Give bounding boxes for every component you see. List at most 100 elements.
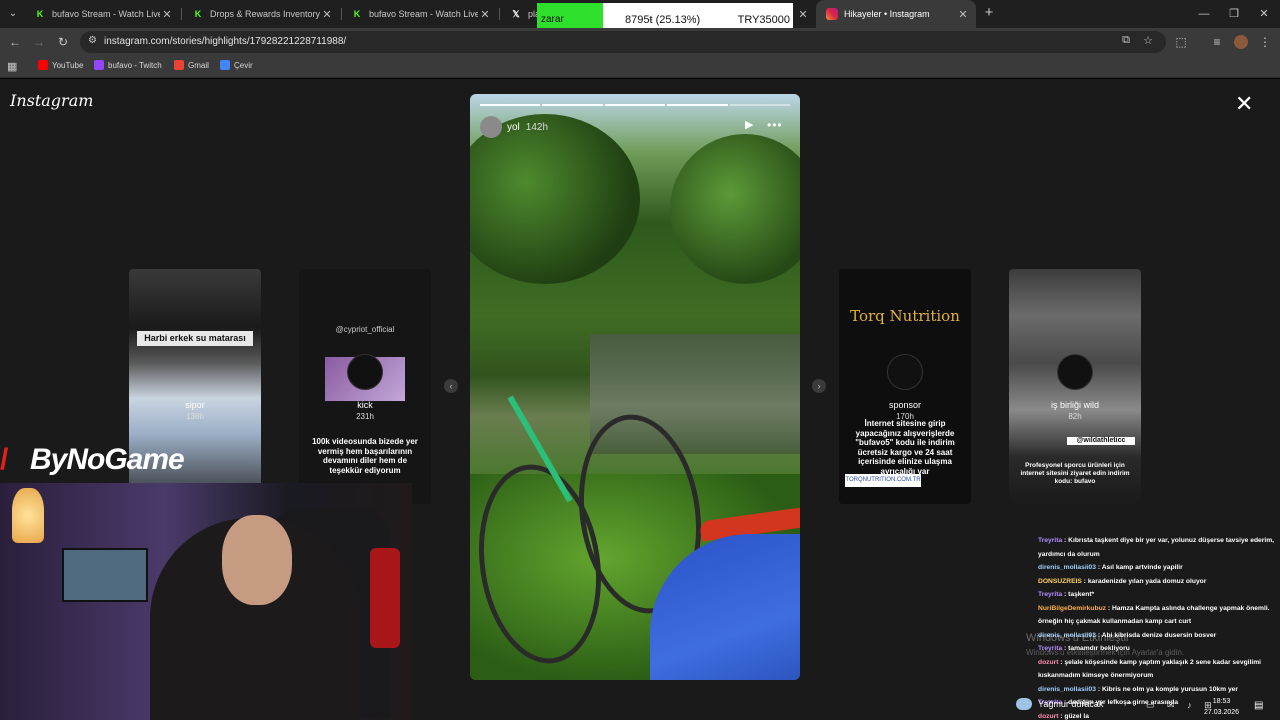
- extensions-icon[interactable]: ⬚: [1172, 33, 1190, 51]
- address-bar[interactable]: ⚙ instagram.com/stories/highlights/17928…: [80, 31, 1166, 53]
- tab-title: bufavo Stream - Watch Live on: [52, 9, 160, 19]
- thumbnail-avatar: [347, 354, 383, 390]
- webcam-lamp: [12, 488, 44, 543]
- forward-icon[interactable]: →: [30, 33, 48, 51]
- clock-date: 27.03.2026: [1204, 709, 1240, 716]
- restore-button[interactable]: ❐: [1219, 4, 1249, 24]
- close-story-icon[interactable]: ✕: [1235, 93, 1253, 115]
- bynogame-mark-icon: /: [0, 443, 9, 476]
- overlay-currency: TRY35000: [737, 13, 790, 26]
- stream-chat: Treyrita : Kıbrısta taşkent diye bir yer…: [1038, 534, 1280, 720]
- close-icon[interactable]: ✕: [320, 8, 334, 21]
- previous-story-icon[interactable]: ‹: [444, 379, 458, 393]
- next-story-icon[interactable]: ›: [812, 379, 826, 393]
- progress-segment: [604, 104, 666, 106]
- story-username[interactable]: yol: [507, 122, 520, 133]
- bookmark-twitch[interactable]: bufavo - Twitch: [94, 60, 162, 70]
- close-icon[interactable]: ✕: [478, 8, 492, 21]
- taskbar-weather[interactable]: Yağmur duracak: [1016, 698, 1103, 710]
- instagram-logo[interactable]: Instagram: [10, 91, 93, 110]
- story-progress-bar: [480, 104, 791, 106]
- close-icon[interactable]: ✕: [796, 8, 810, 21]
- media-control-icon[interactable]: ≡: [1208, 33, 1226, 51]
- thumbnail-name: sipor: [185, 400, 205, 410]
- story-time: 142h: [525, 121, 549, 133]
- tab-title: Drops & Rewards Inventory - K: [210, 9, 320, 19]
- translate-icon: [220, 60, 230, 70]
- tab-5-active[interactable]: Hikayeler • Instagram ✕: [816, 0, 976, 28]
- story-header: yol 142h: [480, 116, 548, 138]
- progress-segment: [542, 104, 603, 106]
- close-window-button[interactable]: ✕: [1249, 4, 1279, 24]
- weather-rain-icon: [1016, 698, 1032, 710]
- chat-message: direnis_mollasii03 : Asıl kamp artvinde …: [1038, 564, 1183, 571]
- chat-message: DONSUZREIS : karadenizde yılan yada domu…: [1038, 577, 1207, 585]
- story-avatar[interactable]: [480, 116, 502, 138]
- torq-link-sticker: TORQNUTRITION.COM.TR: [845, 474, 921, 487]
- kick-icon: K: [36, 9, 44, 19]
- tab-title: bufavo Stream - Watch Live on: [369, 9, 478, 19]
- kick-icon: K: [353, 9, 361, 19]
- weather-text: Yağmur duracak: [1038, 699, 1104, 709]
- bookmark-translate[interactable]: Çevir: [220, 60, 253, 70]
- active-story[interactable]: yol 142h ▶ •••: [470, 94, 800, 680]
- overlay-change: 8795ŧ (25.13%): [625, 13, 701, 26]
- notification-icon[interactable]: ▤: [1254, 700, 1263, 711]
- chat-message: direnis_mollasii03 : Kibris ne olm ya ko…: [1038, 685, 1238, 693]
- bookmark-label: Çevir: [234, 60, 253, 70]
- webcam-head: [222, 515, 292, 605]
- twitch-icon: [94, 60, 104, 70]
- webcam-tv: [62, 548, 148, 602]
- close-icon[interactable]: ✕: [160, 8, 174, 21]
- bookmarks-bar: ▦ YouTube bufavo - Twitch Gmail Çevir: [0, 56, 1280, 78]
- back-icon[interactable]: ←: [6, 33, 24, 51]
- thumbnail-handle: @cypriot_official: [335, 325, 395, 334]
- taskbar-clock[interactable]: 18:53 27.03.2026: [1204, 696, 1239, 718]
- instagram-icon: [826, 8, 838, 20]
- webcam-red-object: [370, 548, 400, 648]
- progress-segment: [729, 104, 791, 106]
- bookmark-label: YouTube: [52, 60, 84, 70]
- chat-message: dozurt : şelale köşesinde kamp yaptım ya…: [1038, 658, 1262, 680]
- story-thumbnail-wild[interactable]: iş birliği wild 82h @wildathleticc Profe…: [1009, 269, 1141, 504]
- minimize-button[interactable]: —: [1189, 4, 1219, 24]
- thumbnail-caption: İnternet sitesine girip yapacağınız alış…: [855, 419, 955, 476]
- more-menu-icon[interactable]: ⋮: [1256, 33, 1274, 51]
- story-thumbnail-sponsor[interactable]: Torq Nutrition sponsor 170h İnternet sit…: [839, 269, 971, 504]
- kick-icon: K: [194, 9, 202, 19]
- bookmark-star-icon[interactable]: ☆: [1140, 34, 1156, 47]
- bookmark-youtube[interactable]: YouTube: [38, 60, 83, 70]
- tab-3[interactable]: K bufavo Stream - Watch Live on ✕: [341, 0, 498, 28]
- play-icon[interactable]: ▶: [745, 118, 753, 131]
- close-icon[interactable]: ✕: [956, 8, 970, 21]
- chat-message: Treyrita : taşkent*: [1038, 591, 1095, 598]
- progress-segment: [480, 104, 541, 106]
- thumbnail-avatar: [1057, 354, 1093, 390]
- new-tab-button[interactable]: +: [980, 4, 998, 22]
- thumbnail-caption: 100k videosunda bizede yer vermiş hem ba…: [312, 437, 418, 475]
- thumbnail-handle: @wildathleticc: [1067, 437, 1135, 446]
- bynogame-text: ByNoGame: [30, 443, 185, 476]
- gmail-icon: [174, 60, 184, 70]
- bookmark-label: Gmail: [188, 60, 209, 70]
- tab-1[interactable]: K bufavo Stream - Watch Live on ✕: [24, 0, 180, 28]
- tab-2[interactable]: K Drops & Rewards Inventory - K ✕: [182, 0, 340, 28]
- thumbnail-time: 231h: [356, 412, 374, 421]
- reload-icon[interactable]: ↻: [54, 33, 72, 51]
- apps-grid-icon[interactable]: ▦: [7, 60, 17, 73]
- site-info-icon[interactable]: ⚙: [88, 35, 97, 46]
- story-thumbnail-kick[interactable]: @cypriot_official kick 231h 100k videosu…: [299, 269, 431, 504]
- more-options-icon[interactable]: •••: [767, 118, 783, 132]
- tab-search-icon[interactable]: ⌄: [4, 5, 22, 23]
- story-image-foliage: [670, 134, 800, 284]
- tab-title: Hikayeler • Instagram: [844, 9, 930, 19]
- thumbnail-name: sponsor: [888, 400, 922, 410]
- progress-segment: [667, 104, 728, 106]
- install-app-icon[interactable]: ⧉: [1118, 34, 1134, 47]
- profile-avatar[interactable]: [1234, 35, 1248, 49]
- story-image-foliage: [470, 114, 640, 284]
- youtube-icon: [38, 60, 48, 70]
- bookmark-gmail[interactable]: Gmail: [174, 60, 209, 70]
- bynogame-logo: / ByNoGame: [0, 440, 185, 480]
- chat-message: NuriBilgeDemirkubuz : Hamza Kampta aslın…: [1038, 604, 1270, 626]
